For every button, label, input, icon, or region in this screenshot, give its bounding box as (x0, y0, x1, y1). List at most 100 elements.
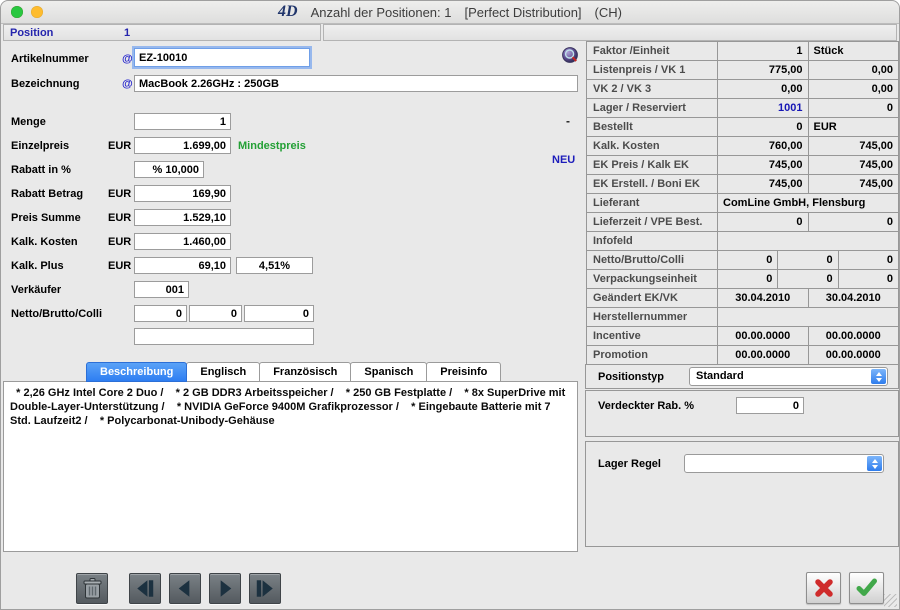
info-table-cell: 0 (717, 213, 808, 231)
verdeckter-rabatt-input[interactable] (736, 397, 804, 414)
einzelpreis-label: Einzelpreis (11, 140, 69, 152)
tab-englisch[interactable]: Englisch (186, 362, 260, 382)
nav-next-button[interactable] (209, 573, 241, 604)
verdeckter-rabatt-label: Verdeckter Rab. % (598, 400, 694, 412)
netto-brutto-colli-label: Netto/Brutto/Colli (11, 308, 102, 320)
preis-summe-input[interactable] (134, 209, 231, 226)
info-table-cell: 0 (717, 251, 777, 269)
info-table: Faktor /Einheit1StückListenpreis / VK 17… (586, 41, 899, 365)
nav-first-button[interactable] (129, 573, 161, 604)
tab-preisinfo[interactable]: Preisinfo (426, 362, 501, 382)
window-title: 4D Anzahl der Positionen: 1 [Perfect Dis… (1, 1, 899, 23)
positionstyp-panel: Positionstyp Standard (585, 364, 899, 389)
nav-last-button[interactable] (249, 573, 281, 604)
trash-icon (82, 577, 103, 600)
kalk-kosten-label: Kalk. Kosten (11, 236, 78, 248)
nav-previous-button[interactable] (169, 573, 201, 604)
position-number: 1 (124, 27, 130, 39)
info-table-cell (717, 308, 898, 326)
article-search-icon[interactable] (562, 47, 579, 64)
info-table-row-label: Incentive (587, 327, 717, 345)
info-table-cell: 1 (717, 42, 808, 60)
info-table-row-label: Promotion (587, 346, 717, 364)
nav-first-icon (130, 573, 160, 604)
verkaeufer-label: Verkäufer (11, 284, 61, 296)
info-table-cell: 745,00 (808, 175, 899, 193)
confirm-check-icon (855, 577, 879, 599)
info-table-row: Geändert EK/VK30.04.201030.04.2010 (587, 289, 898, 308)
description-text: * 2,26 GHz Intel Core 2 Duo / * 2 GB DDR… (4, 382, 577, 428)
info-table-cell: 0,00 (717, 80, 808, 98)
info-table-cell: 00.00.0000 (808, 327, 899, 345)
info-table-cell: 745,00 (808, 137, 899, 155)
info-table-row-label: Herstellernummer (587, 308, 717, 326)
info-table-row: Incentive00.00.000000.00.0000 (587, 327, 898, 346)
extra-input[interactable] (134, 328, 314, 345)
rabatt-betrag-input[interactable] (134, 185, 231, 202)
dropdown-stepper-icon (867, 456, 882, 471)
info-table-row-label: Listenpreis / VK 1 (587, 61, 717, 79)
window-title-text: Anzahl der Positionen: 1 (311, 5, 452, 20)
verkaeufer-input[interactable] (134, 281, 189, 298)
info-table-row: Faktor /Einheit1Stück (587, 42, 898, 61)
info-table-row: Bestellt0EUR (587, 118, 898, 137)
info-table-row-label: Netto/Brutto/Colli (587, 251, 717, 269)
kalk-plus-percent-input[interactable] (236, 257, 313, 274)
window-resize-grip[interactable] (884, 594, 897, 607)
info-table-row: VK 2 / VK 30,000,00 (587, 80, 898, 99)
info-table-cell: Stück (808, 42, 899, 60)
bezeichnung-input[interactable] (134, 75, 578, 92)
einzelpreis-input[interactable] (134, 137, 231, 154)
einzelpreis-currency: EUR (108, 140, 131, 152)
artikelnummer-input[interactable] (134, 48, 310, 67)
kalk-kosten-currency: EUR (108, 236, 131, 248)
info-table-row-label: VK 2 / VK 3 (587, 80, 717, 98)
info-table-row: EK Preis / Kalk EK745,00745,00 (587, 156, 898, 175)
tab-spanisch[interactable]: Spanisch (350, 362, 427, 382)
neu-badge: NEU (552, 154, 575, 166)
lager-regel-panel: Lager Regel (585, 441, 899, 547)
4d-logo-icon: 4D (278, 3, 298, 21)
netto-input[interactable] (134, 305, 187, 322)
info-table-cell: 00.00.0000 (717, 327, 808, 345)
app-window: 4D Anzahl der Positionen: 1 [Perfect Dis… (0, 0, 900, 610)
info-table-cell (717, 232, 898, 250)
colli-input[interactable] (244, 305, 314, 322)
delete-button[interactable] (76, 573, 108, 604)
menge-label: Menge (11, 116, 46, 128)
title-bar: 4D Anzahl der Positionen: 1 [Perfect Dis… (1, 1, 899, 24)
artikelnummer-wildcard: @ (122, 53, 133, 65)
confirm-button[interactable] (849, 572, 884, 604)
cancel-button[interactable] (806, 572, 841, 604)
info-table-row: Netto/Brutto/Colli000 (587, 251, 898, 270)
window-title-locale: (CH) (595, 5, 622, 20)
info-table-row-label: Infofeld (587, 232, 717, 250)
menge-input[interactable] (134, 113, 231, 130)
info-table-cell: 0 (808, 99, 899, 117)
brutto-input[interactable] (189, 305, 242, 322)
window-title-context: [Perfect Distribution] (465, 5, 582, 20)
rabatt-betrag-currency: EUR (108, 188, 131, 200)
tab-beschreibung[interactable]: Beschreibung (86, 362, 187, 382)
info-table-row-label: Kalk. Kosten (587, 137, 717, 155)
kalk-plus-label: Kalk. Plus (11, 260, 64, 272)
kalk-plus-input[interactable] (134, 257, 231, 274)
rabatt-prozent-input[interactable] (134, 161, 204, 178)
positionstyp-dropdown[interactable]: Standard (689, 367, 888, 386)
description-panel[interactable]: * 2,26 GHz Intel Core 2 Duo / * 2 GB DDR… (3, 381, 578, 552)
preis-summe-currency: EUR (108, 212, 131, 224)
kalk-kosten-input[interactable] (134, 233, 231, 250)
lager-regel-dropdown[interactable] (684, 454, 884, 473)
language-tabs: Beschreibung Englisch Französisch Spanis… (86, 362, 500, 382)
info-table-row: Listenpreis / VK 1775,000,00 (587, 61, 898, 80)
info-table-cell: 1001 (717, 99, 808, 117)
info-table-row: Herstellernummer (587, 308, 898, 327)
info-table-row-label: Bestellt (587, 118, 717, 136)
kalk-plus-currency: EUR (108, 260, 131, 272)
info-table-row: Lager / Reserviert10010 (587, 99, 898, 118)
tab-franzoesisch[interactable]: Französisch (259, 362, 351, 382)
info-table-row: Verpackungseinheit000 (587, 270, 898, 289)
position-label: Position (10, 27, 53, 39)
info-table-cell: 00.00.0000 (717, 346, 808, 364)
bezeichnung-label: Bezeichnung (11, 78, 79, 90)
